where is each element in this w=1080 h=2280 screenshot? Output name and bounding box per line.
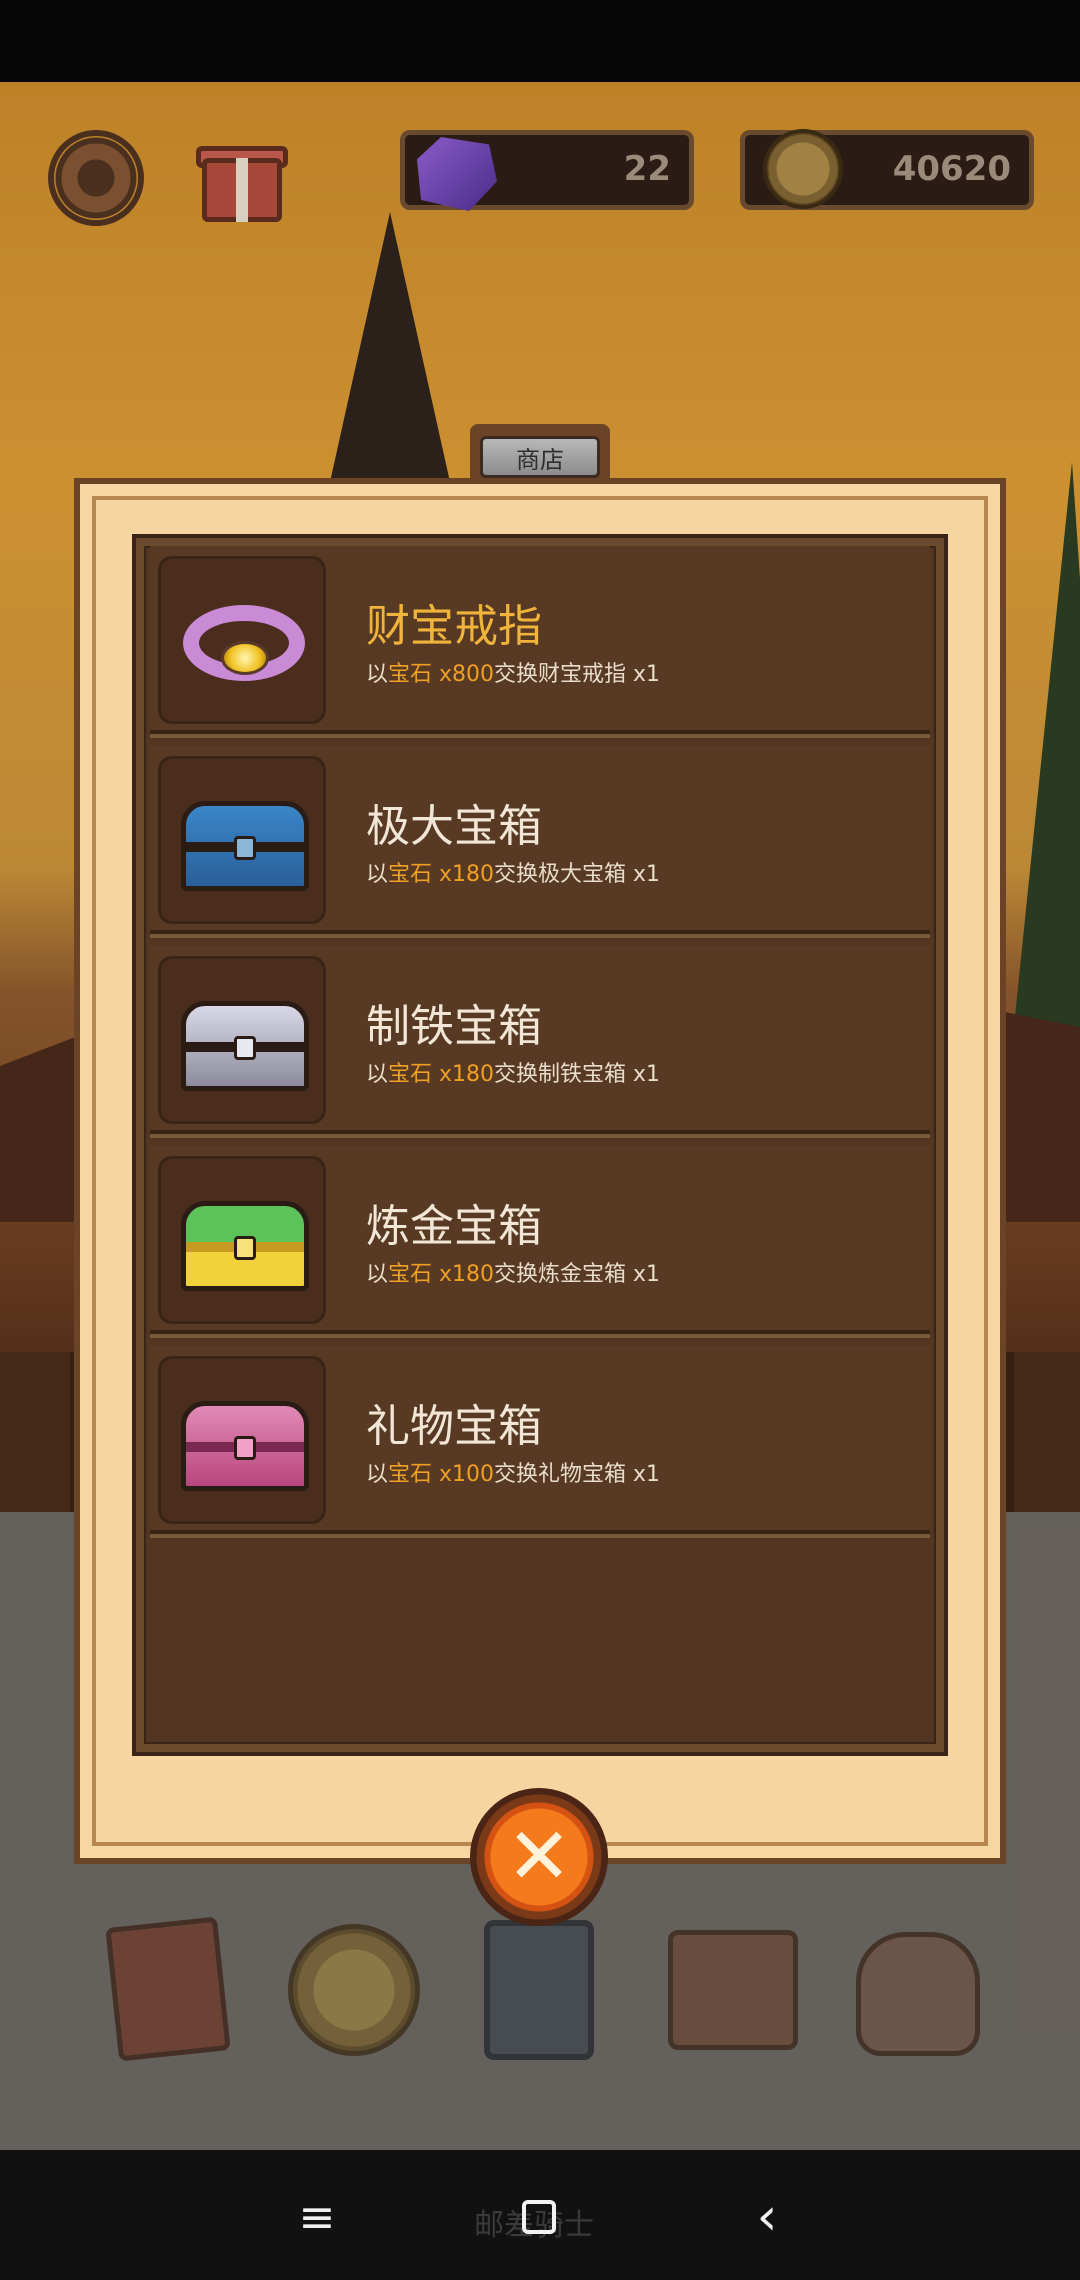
card-icon[interactable] xyxy=(478,1912,618,2062)
sack-icon[interactable] xyxy=(846,1912,986,2062)
iron-chest-icon xyxy=(158,956,326,1124)
treasure-ring-icon xyxy=(158,556,326,724)
item-title: 礼物宝箱 xyxy=(366,1401,542,1452)
backpack-icon[interactable] xyxy=(660,1912,800,2062)
status-bar xyxy=(0,0,1080,82)
blue-chest-icon xyxy=(158,756,326,924)
coin-count: 40620 xyxy=(892,149,1011,189)
shop-item-list: 财宝戒指 以宝石 x800交换财宝戒指 x1 极大宝箱 以宝石 x180交换极大… xyxy=(132,534,948,1756)
back-button[interactable]: ‹ xyxy=(732,2182,802,2252)
item-description: 以宝石 x180交换极大宝箱 x1 xyxy=(366,862,661,887)
book-icon[interactable] xyxy=(105,1912,246,2062)
item-title: 财宝戒指 xyxy=(366,601,542,652)
item-description: 以宝石 x100交换礼物宝箱 x1 xyxy=(366,1462,661,1487)
item-title: 炼金宝箱 xyxy=(366,1201,542,1252)
shop-item-treasure-ring[interactable]: 财宝戒指 以宝石 x800交换财宝戒指 x1 xyxy=(150,546,930,734)
item-title: 极大宝箱 xyxy=(366,801,542,852)
gift-icon[interactable] xyxy=(196,132,288,224)
item-description: 以宝石 x180交换炼金宝箱 x1 xyxy=(366,1262,661,1287)
gift-chest-icon xyxy=(158,1356,326,1524)
coin-icon[interactable] xyxy=(286,1912,426,2062)
home-icon xyxy=(522,2200,556,2234)
shop-title: 商店 xyxy=(480,436,600,478)
shop-item-gift-chest[interactable]: 礼物宝箱 以宝石 x100交换礼物宝箱 x1 xyxy=(150,1346,930,1534)
gem-counter: 22 xyxy=(400,130,694,211)
home-button[interactable] xyxy=(504,2182,574,2252)
close-button[interactable]: ✕ xyxy=(470,1788,608,1926)
item-description: 以宝石 x180交换制铁宝箱 x1 xyxy=(366,1062,661,1087)
shop-item-alchemy-chest[interactable]: 炼金宝箱 以宝石 x180交换炼金宝箱 x1 xyxy=(150,1146,930,1334)
settings-gear-icon[interactable] xyxy=(42,124,150,232)
shop-item-iron-chest[interactable]: 制铁宝箱 以宝石 x180交换制铁宝箱 x1 xyxy=(150,946,930,1134)
gem-icon xyxy=(417,137,497,211)
item-description: 以宝石 x800交换财宝戒指 x1 xyxy=(366,662,661,687)
recent-apps-button[interactable]: ≡ xyxy=(282,2182,352,2252)
coin-counter: 40620 xyxy=(740,129,1034,210)
item-title: 制铁宝箱 xyxy=(366,1001,542,1052)
gem-count: 22 xyxy=(623,149,671,189)
coin-icon xyxy=(763,129,843,209)
shop-item-huge-chest[interactable]: 极大宝箱 以宝石 x180交换极大宝箱 x1 xyxy=(150,746,930,934)
close-icon: ✕ xyxy=(506,1812,572,1902)
alchemy-chest-icon xyxy=(158,1156,326,1324)
